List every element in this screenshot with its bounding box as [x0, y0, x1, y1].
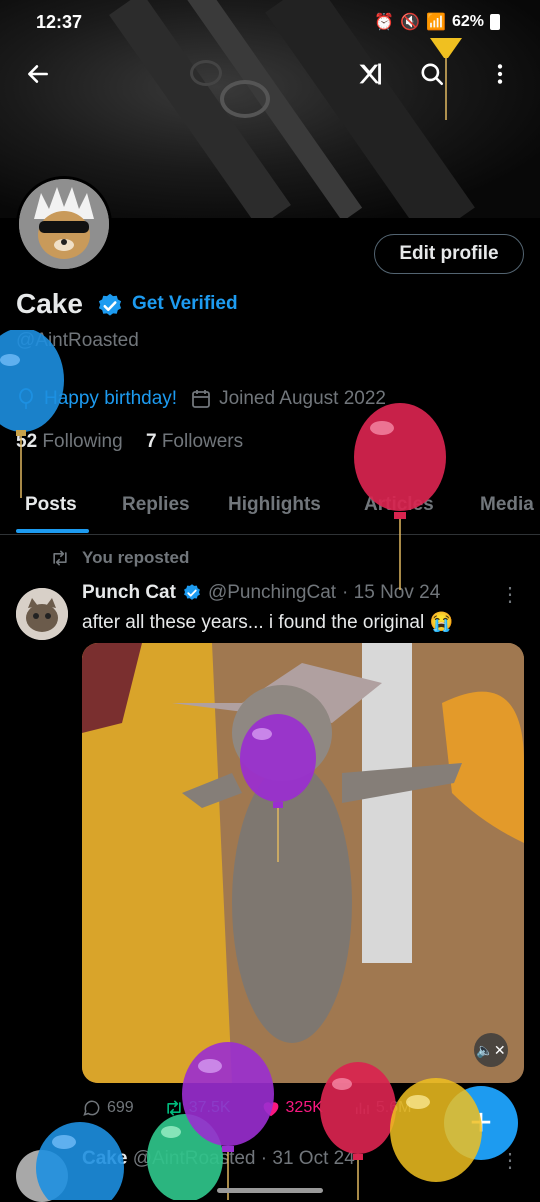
search-icon [421, 63, 444, 86]
reply-icon [83, 1100, 100, 1116]
status-time: 12:37 [36, 12, 83, 32]
balloon-icon [19, 388, 33, 409]
post-text: after all these years... i found the ori… [82, 612, 454, 633]
status-icons: ⏰ 🔇 📶 62% [374, 12, 500, 32]
tab-replies[interactable]: Replies [122, 494, 190, 516]
get-verified-link[interactable]: Get Verified [132, 293, 238, 315]
arrow-left-icon [28, 65, 48, 83]
repost-label: You reposted [82, 548, 190, 567]
mute-status-icon: 🔇 [400, 14, 421, 31]
more-vertical-icon [497, 64, 503, 84]
search-button[interactable] [414, 56, 450, 92]
alarm-icon: ⏰ [374, 14, 395, 31]
compose-post-button[interactable]: + [444, 1086, 518, 1160]
grok-button[interactable] [352, 56, 388, 92]
like-count: 325K [285, 1099, 323, 1116]
plus-icon: + [469, 1101, 493, 1144]
avatar-image [19, 179, 109, 269]
calendar-icon [192, 390, 210, 408]
profile-meta: Happy birthday! Joined August 2022 [16, 388, 386, 410]
battery-percent: 62% [451, 13, 484, 30]
gesture-nav-bar[interactable] [217, 1188, 323, 1193]
edit-profile-button[interactable]: Edit profile [374, 234, 524, 274]
repost-context: You reposted [50, 548, 189, 568]
post2-author-avatar[interactable] [16, 1150, 68, 1202]
post-video[interactable]: 🔈✕ [82, 643, 524, 1083]
post-author-name[interactable]: Punch Cat [82, 582, 176, 604]
post-header: Punch Cat @PunchingCat · 15 Nov 24 [82, 582, 440, 604]
post-author-handle[interactable]: @PunchingCat [208, 582, 336, 604]
video-frame [82, 643, 524, 1083]
post2-header: Cake @AintRoasted · 31 Oct 24 [82, 1148, 355, 1170]
wifi-icon: 📶 [426, 14, 446, 31]
tab-media[interactable]: Media [480, 494, 534, 516]
repost-icon [167, 1100, 181, 1116]
tab-highlights[interactable]: Highlights [228, 494, 321, 516]
post2-author-name[interactable]: Cake [82, 1148, 127, 1169]
post-actions: 699 37.5K 325K 5.6M [82, 1098, 482, 1118]
active-tab-indicator [16, 529, 89, 533]
followers-count: 7 [145, 431, 157, 452]
cat-avatar-image [16, 588, 68, 640]
speaker-muted-icon: 🔈✕ [476, 1041, 506, 1058]
battery-icon [490, 14, 500, 30]
like-button[interactable]: 325K [261, 1098, 323, 1118]
profile-tabs: Posts Replies Highlights Articles Media [0, 482, 540, 535]
post-more-button[interactable]: ⋮ [500, 582, 520, 607]
reply-button[interactable]: 699 [82, 1098, 134, 1118]
view-count: 5.6M [375, 1099, 412, 1116]
repost-count: 37.5K [188, 1099, 231, 1116]
following-label: Following [42, 431, 123, 452]
birthday-text: Happy birthday! [44, 388, 178, 409]
following-count: 52 [16, 431, 38, 452]
profile-handle: @AintRoasted [16, 330, 139, 351]
followers-label: Followers [161, 431, 244, 452]
views-icon [355, 1102, 369, 1114]
verified-badge-icon [98, 293, 122, 316]
joined-date: Joined August 2022 [219, 388, 386, 409]
post2-date: · 31 Oct 24 [260, 1148, 355, 1169]
profile-name: Cake [16, 288, 83, 319]
tab-posts[interactable]: Posts [25, 494, 77, 516]
profile-avatar[interactable] [16, 176, 112, 272]
views-button[interactable]: 5.6M [353, 1098, 412, 1118]
followers-link[interactable]: 7 Followers [146, 431, 243, 452]
status-bar: 12:37 ⏰ 🔇 📶 62% [0, 0, 540, 44]
back-button[interactable] [20, 56, 56, 92]
following-link[interactable]: 52 Following [16, 431, 123, 452]
reply-count: 699 [107, 1099, 134, 1116]
mute-video-button[interactable]: 🔈✕ [474, 1033, 508, 1067]
post-author-avatar[interactable] [16, 588, 68, 640]
repost-icon [53, 550, 67, 566]
repost-button[interactable]: 37.5K [164, 1098, 231, 1118]
more-options-button[interactable] [482, 56, 518, 92]
grok-icon [359, 63, 381, 85]
post2-author-handle[interactable]: @AintRoasted [133, 1148, 256, 1169]
follow-counts: 52 Following 7 Followers [16, 431, 243, 453]
balloon-blue-decoration [0, 330, 64, 498]
tab-articles[interactable]: Articles [364, 494, 434, 516]
verified-badge-icon [184, 584, 200, 600]
post-date: · 15 Nov 24 [342, 582, 441, 603]
heart-filled-icon [263, 1102, 278, 1117]
